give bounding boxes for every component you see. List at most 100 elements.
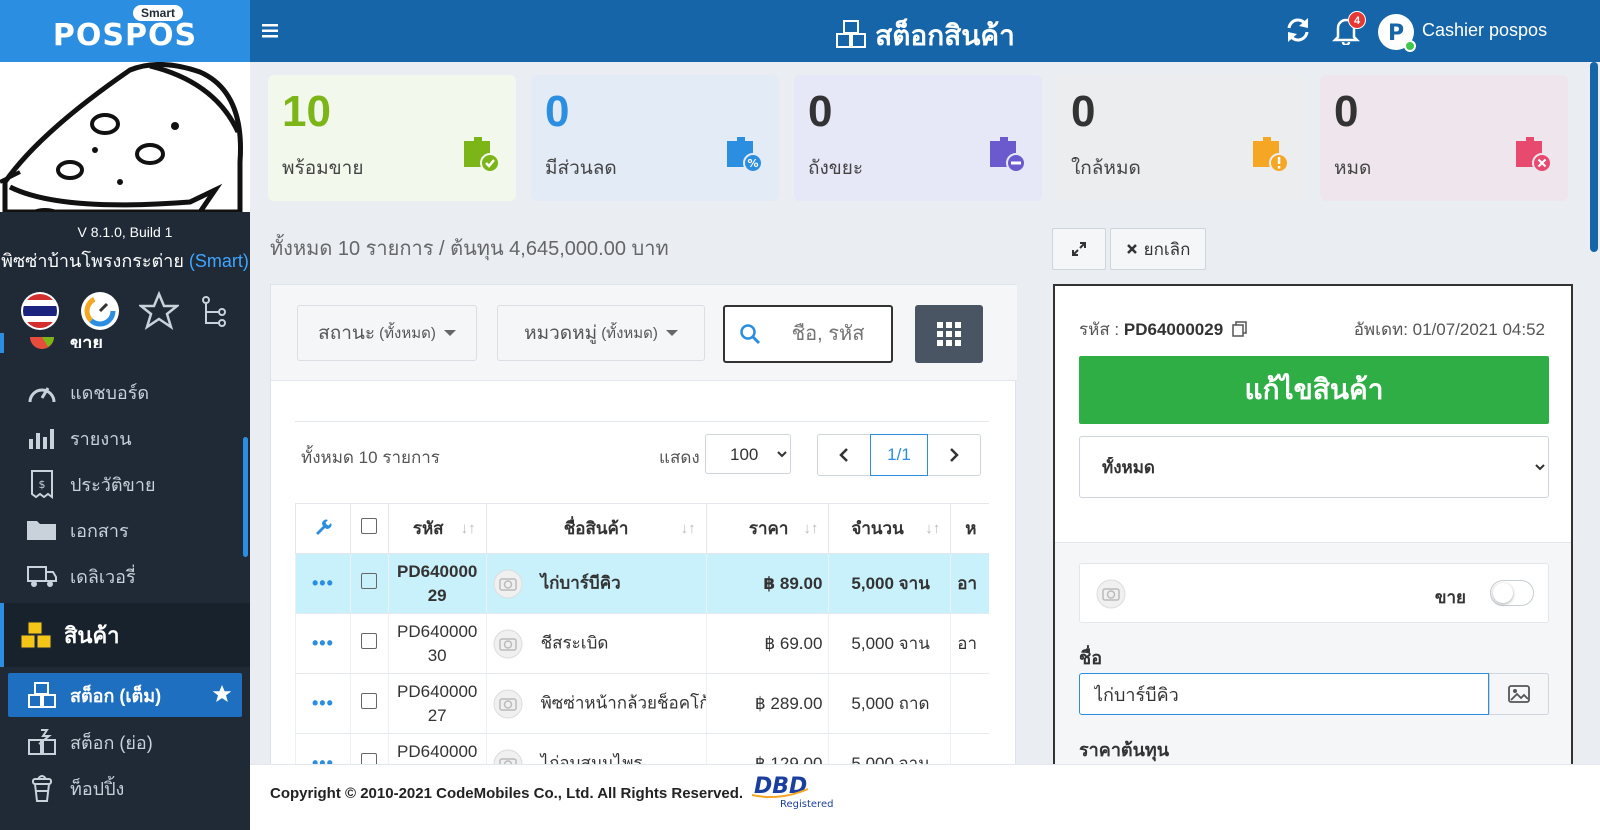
stat-label: มีส่วนลด (545, 158, 617, 179)
table-row[interactable]: ••• PD64000027 พิซซ่าหน้ากล้วยช็อคโก้ ฿ … (295, 673, 989, 734)
boxes-icon (18, 617, 54, 653)
favorite-star-icon[interactable] (212, 684, 232, 709)
sidebar-item-sales-history[interactable]: $ ประวัติขาย (0, 461, 250, 507)
refresh-icon[interactable] (1284, 16, 1312, 49)
stat-label: พร้อมขาย (282, 158, 364, 179)
speedometer-icon[interactable] (79, 290, 121, 332)
cancel-button[interactable]: ยกเลิก (1110, 228, 1206, 270)
hamburger-menu-icon[interactable] (262, 18, 288, 44)
product-table: รหัส ↓↑ ชื่อสินค้า ↓↑ ราคา ↓↑ จำนวน ↓↑ ห •••… (295, 503, 989, 775)
sidebar-nav: ขาย แดชบอร์ด รายงาน $ ประวัติขาย เอกสาร … (0, 333, 250, 811)
table-row[interactable]: ••• PD64000029 ไก่บาร์บีคิว ฿ 89.00 5,00… (295, 553, 989, 614)
detail-form: ขาย ชื่อ ราคาต้นทุน (1055, 542, 1571, 766)
stock-boxes-icon (835, 19, 867, 56)
sidebar-item-documents[interactable]: เอกสาร (0, 507, 250, 553)
table-row[interactable]: ••• PD64000030 ชีสระเบิด ฿ 69.00 5,000 จ… (295, 613, 989, 674)
user-avatar[interactable]: P (1378, 14, 1416, 52)
column-qty[interactable]: จำนวน ↓↑ (828, 503, 952, 554)
notification-bell-icon[interactable]: 4 (1331, 11, 1366, 50)
stat-card-ready[interactable]: 10 พร้อมขาย (268, 75, 516, 201)
column-settings[interactable] (295, 503, 351, 554)
column-label: จำนวน (851, 519, 904, 538)
row-actions-icon[interactable]: ••• (295, 613, 351, 674)
camera-placeholder-icon (493, 569, 523, 598)
stat-label: ใกล้หมด (1071, 158, 1141, 179)
shop-name-text: พิซซ่าบ้านโพรงกระต่าย (1, 251, 184, 271)
category-filter-dropdown[interactable]: หมวดหมู่ (ทั้งหมด) (497, 305, 705, 361)
status-filter-dropdown[interactable]: สถานะ (ทั้งหมด) (297, 305, 477, 361)
sidebar-scrollbar[interactable] (243, 437, 248, 557)
row-checkbox[interactable] (349, 553, 389, 614)
row-actions-icon[interactable]: ••• (295, 553, 351, 614)
checkbox (361, 573, 378, 589)
stat-card-low-stock[interactable]: 0 ใกล้หมด (1057, 75, 1305, 201)
column-unit[interactable]: ห (950, 503, 989, 554)
star-outline-icon[interactable] (139, 291, 179, 331)
sidebar-item-topping[interactable]: ท็อปปิ้ง (0, 765, 250, 811)
row-actions-icon[interactable]: ••• (295, 673, 351, 734)
filter-bar: สถานะ (ทั้งหมด) หมวดหมู่ (ทั้งหมด) (271, 285, 1017, 381)
sidebar-item-dashboard[interactable]: แดชบอร์ด (0, 369, 250, 415)
column-code[interactable]: รหัส ↓↑ (387, 503, 487, 554)
cell-qty: 5,000 จาน (828, 613, 951, 674)
dashboard-gauge-icon (26, 376, 58, 408)
notification-count-badge: 4 (1348, 11, 1366, 29)
thai-flag-icon[interactable] (19, 290, 61, 332)
copy-icon[interactable] (1232, 321, 1248, 337)
search-input[interactable] (773, 322, 883, 346)
sort-icon: ↓↑ (680, 520, 696, 537)
sell-toggle[interactable] (1490, 580, 1534, 606)
sidebar-item-report[interactable]: รายงาน (0, 415, 250, 461)
column-price[interactable]: ราคา ↓↑ (705, 503, 830, 554)
sort-icon: ↓↑ (803, 520, 819, 537)
next-page-button[interactable] (928, 435, 980, 475)
cell-name: ไก่บาร์บีคิว (485, 553, 707, 614)
select-all-checkbox[interactable] (349, 503, 389, 554)
sell-pie-icon (26, 333, 58, 353)
user-name[interactable]: Cashier pospos (1422, 20, 1547, 41)
sidebar-item-label: สต็อก (ย่อ) (70, 732, 153, 753)
row-checkbox[interactable] (349, 673, 389, 734)
stat-card-trash[interactable]: 0 ถังขยะ (794, 75, 1042, 201)
stat-value: 0 (808, 87, 833, 136)
grid-view-button[interactable] (915, 305, 983, 363)
stat-card-discount[interactable]: 0 มีส่วนลด % (531, 75, 779, 201)
page-size-label: แสดง (659, 448, 700, 467)
receipt-icon: $ (26, 468, 58, 500)
list-count: ทั้งหมด 10 รายการ (301, 448, 440, 467)
toggle-knob (1493, 583, 1513, 603)
cell-name: ชีสระเบิด (485, 613, 707, 674)
prev-page-button[interactable] (818, 435, 870, 475)
page-size-select[interactable]: 100 (705, 434, 791, 474)
cell-name-text: ชีสระเบิด (540, 632, 609, 652)
sidebar-item-stock-lite[interactable]: สต็อก (ย่อ) (0, 719, 250, 765)
sidebar-group-products[interactable]: สินค้า (0, 603, 250, 667)
sidebar-item-stock-full[interactable]: สต็อก (เต็ม) (8, 673, 242, 717)
expand-button[interactable] (1052, 228, 1106, 270)
edit-product-button[interactable]: แก้ไขสินค้า (1079, 356, 1549, 424)
name-input[interactable] (1079, 673, 1489, 715)
svg-text:%: % (747, 157, 758, 170)
product-table-wrapper[interactable]: รหัส ↓↑ ชื่อสินค้า ↓↑ ราคา ↓↑ จำนวน ↓↑ ห •••… (295, 503, 989, 775)
hierarchy-icon[interactable] (197, 294, 231, 328)
expand-icon (1072, 242, 1086, 256)
page-scrollbar[interactable] (1590, 62, 1598, 252)
stat-label: หมด (1334, 158, 1372, 179)
row-checkbox[interactable] (349, 613, 389, 674)
scope-select[interactable]: ทั้งหมด (1079, 436, 1549, 498)
shop-tier: (Smart) (188, 251, 249, 271)
stat-card-out-of-stock[interactable]: 0 หมด (1320, 75, 1568, 201)
current-page[interactable]: 1/1 (870, 434, 928, 476)
camera-placeholder-icon[interactable] (1096, 579, 1126, 609)
stock-boxes-icon (26, 679, 58, 711)
stat-label: ถังขยะ (808, 158, 864, 179)
name-image-button[interactable] (1489, 673, 1549, 715)
column-name[interactable]: ชื่อสินค้า ↓↑ (485, 503, 707, 554)
search-box[interactable] (723, 305, 893, 363)
shop-logo-image (0, 62, 250, 212)
detail-code-label: รหัส : (1079, 320, 1120, 339)
sidebar-item-delivery[interactable]: เดลิเวอรี่ (0, 553, 250, 599)
logo-bar[interactable]: Smart POSPOS (0, 0, 250, 62)
search-icon (740, 324, 761, 345)
sidebar-group-sell[interactable]: ขาย (0, 333, 250, 353)
